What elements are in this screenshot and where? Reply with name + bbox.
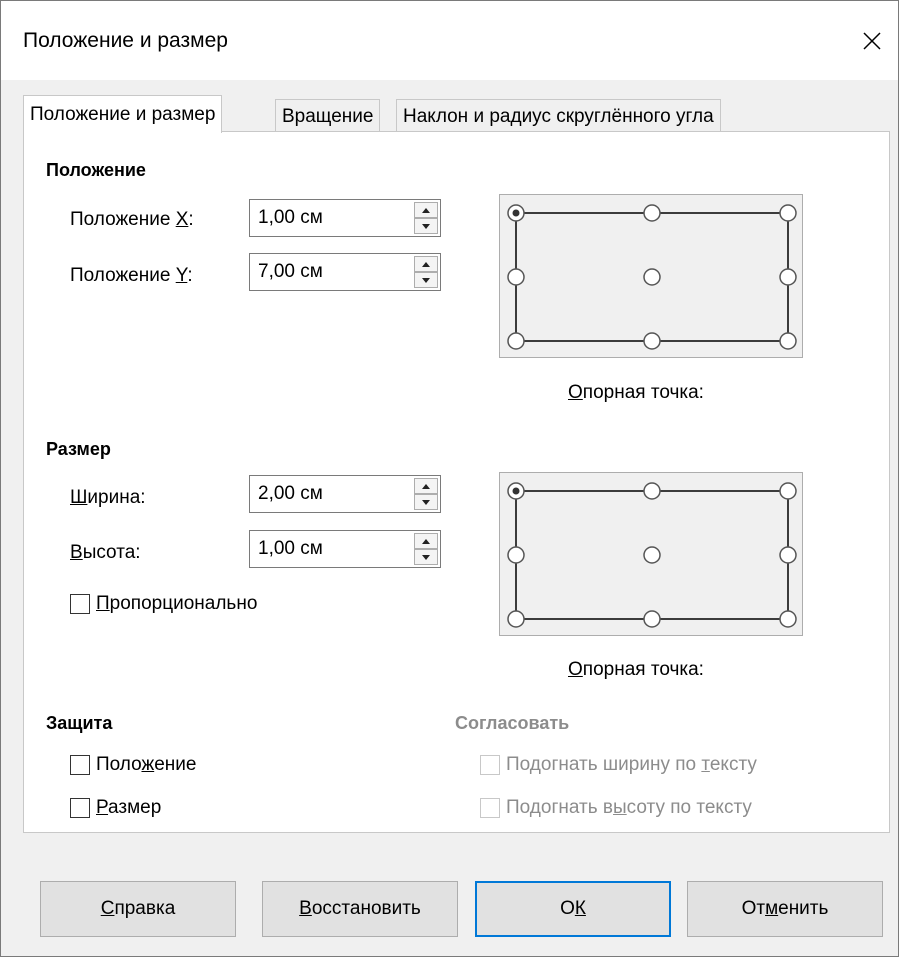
decrement-button[interactable] [414, 218, 438, 234]
tab-rotation[interactable]: Вращение [275, 99, 381, 132]
close-icon [863, 32, 881, 50]
protect-heading: Защита [46, 713, 113, 733]
width-label: Ширина: [70, 487, 146, 508]
reset-button-label: Восстановить [299, 898, 421, 919]
cancel-button[interactable]: Отменить [687, 881, 883, 937]
ref-point-bottom-left[interactable] [507, 610, 525, 628]
tab-label: Наклон и радиус скруглённого угла [403, 106, 714, 127]
tab-panel: Положение Положение X: Положение Y: [23, 131, 890, 833]
ref-point-bottom-left[interactable] [507, 332, 525, 350]
height-spinbox[interactable] [249, 530, 441, 568]
arrow-up-icon [422, 538, 430, 544]
increment-button[interactable] [414, 533, 438, 549]
arrow-down-icon [422, 277, 430, 283]
checkbox-box[interactable] [480, 755, 500, 775]
ref-point-middle-right[interactable] [779, 268, 797, 286]
arrow-up-icon [422, 483, 430, 489]
spin-buttons [414, 533, 438, 565]
arrow-down-icon [422, 554, 430, 560]
ref-point-middle-left[interactable] [507, 546, 525, 564]
position-reference-point-control[interactable] [499, 194, 803, 358]
spin-buttons [414, 256, 438, 288]
spin-buttons [414, 202, 438, 234]
dialog-title: Положение и размер [23, 29, 228, 52]
ref-point-bottom-center[interactable] [643, 332, 661, 350]
position-size-dialog: Положение и размер Положение и размер Вр… [0, 0, 899, 957]
close-button[interactable] [852, 23, 892, 59]
checkbox-box[interactable] [70, 798, 90, 818]
checkbox-box[interactable] [70, 755, 90, 775]
arrow-up-icon [422, 207, 430, 213]
ref-point-bottom-right[interactable] [779, 332, 797, 350]
reference-point-grid [507, 482, 797, 628]
spin-buttons [414, 478, 438, 510]
protect-position-checkbox[interactable]: Положение [70, 754, 196, 776]
checkbox-box[interactable] [70, 594, 90, 614]
ref-point-top-center[interactable] [643, 482, 661, 500]
tab-label: Положение и размер [30, 104, 216, 125]
checkbox-box[interactable] [480, 798, 500, 818]
increment-button[interactable] [414, 256, 438, 272]
position-x-spinbox[interactable] [249, 199, 441, 237]
position-y-input[interactable] [250, 254, 400, 290]
selected-dot-icon [512, 487, 520, 495]
ref-point-middle-right[interactable] [779, 546, 797, 564]
help-button-label: Справка [100, 898, 176, 919]
position-y-label: Положение Y: [70, 265, 193, 286]
height-input[interactable] [250, 531, 400, 567]
tab-position-size[interactable]: Положение и размер [23, 95, 223, 133]
position-x-input[interactable] [250, 200, 400, 236]
fit-width-label: Подогнать ширину по тексту [506, 754, 757, 775]
proportional-label: Пропорционально [96, 593, 258, 614]
position-heading: Положение [46, 160, 146, 180]
position-x-label: Положение X: [70, 209, 194, 230]
ref-point-top-right[interactable] [779, 482, 797, 500]
ref-point-center[interactable] [643, 268, 661, 286]
cancel-button-label: Отменить [741, 898, 829, 919]
position-y-spinbox[interactable] [249, 253, 441, 291]
fit-height-checkbox[interactable]: Подогнать высоту по тексту [480, 797, 752, 819]
ref-point-center[interactable] [643, 546, 661, 564]
reset-button[interactable]: Восстановить [262, 881, 458, 937]
arrow-down-icon [422, 499, 430, 505]
decrement-button[interactable] [414, 272, 438, 288]
width-spinbox[interactable] [249, 475, 441, 513]
arrow-down-icon [422, 223, 430, 229]
adapt-heading: Согласовать [455, 713, 570, 733]
decrement-button[interactable] [414, 494, 438, 510]
ok-button-label: ОК [560, 898, 586, 919]
decrement-button[interactable] [414, 549, 438, 565]
arrow-up-icon [422, 261, 430, 267]
selected-dot-icon [512, 209, 520, 217]
ref-point-middle-left[interactable] [507, 268, 525, 286]
height-label: Высота: [70, 542, 141, 563]
title-bar: Положение и размер [1, 1, 898, 80]
help-button[interactable]: Справка [40, 881, 236, 937]
fit-width-checkbox[interactable]: Подогнать ширину по тексту [480, 754, 757, 776]
proportional-checkbox[interactable]: Пропорционально [70, 593, 257, 615]
ref-point-top-right[interactable] [779, 204, 797, 222]
tab-label: Вращение [282, 106, 374, 127]
protect-size-checkbox[interactable]: Размер [70, 797, 161, 819]
size-heading: Размер [46, 439, 111, 459]
ref-point-top-center[interactable] [643, 204, 661, 222]
increment-button[interactable] [414, 202, 438, 218]
ref-point-bottom-center[interactable] [643, 610, 661, 628]
reference-point-grid [507, 204, 797, 350]
increment-button[interactable] [414, 478, 438, 494]
position-reference-label: Опорная точка: [568, 382, 704, 403]
ok-button[interactable]: ОК [475, 881, 671, 937]
size-reference-label: Опорная точка: [568, 659, 704, 680]
width-input[interactable] [250, 476, 400, 512]
protect-position-label: Положение [96, 754, 197, 775]
fit-height-label: Подогнать высоту по тексту [506, 797, 752, 818]
protect-size-label: Размер [96, 797, 162, 818]
tab-slant-corner-radius[interactable]: Наклон и радиус скруглённого угла [396, 99, 721, 132]
ref-point-bottom-right[interactable] [779, 610, 797, 628]
size-reference-point-control[interactable] [499, 472, 803, 636]
